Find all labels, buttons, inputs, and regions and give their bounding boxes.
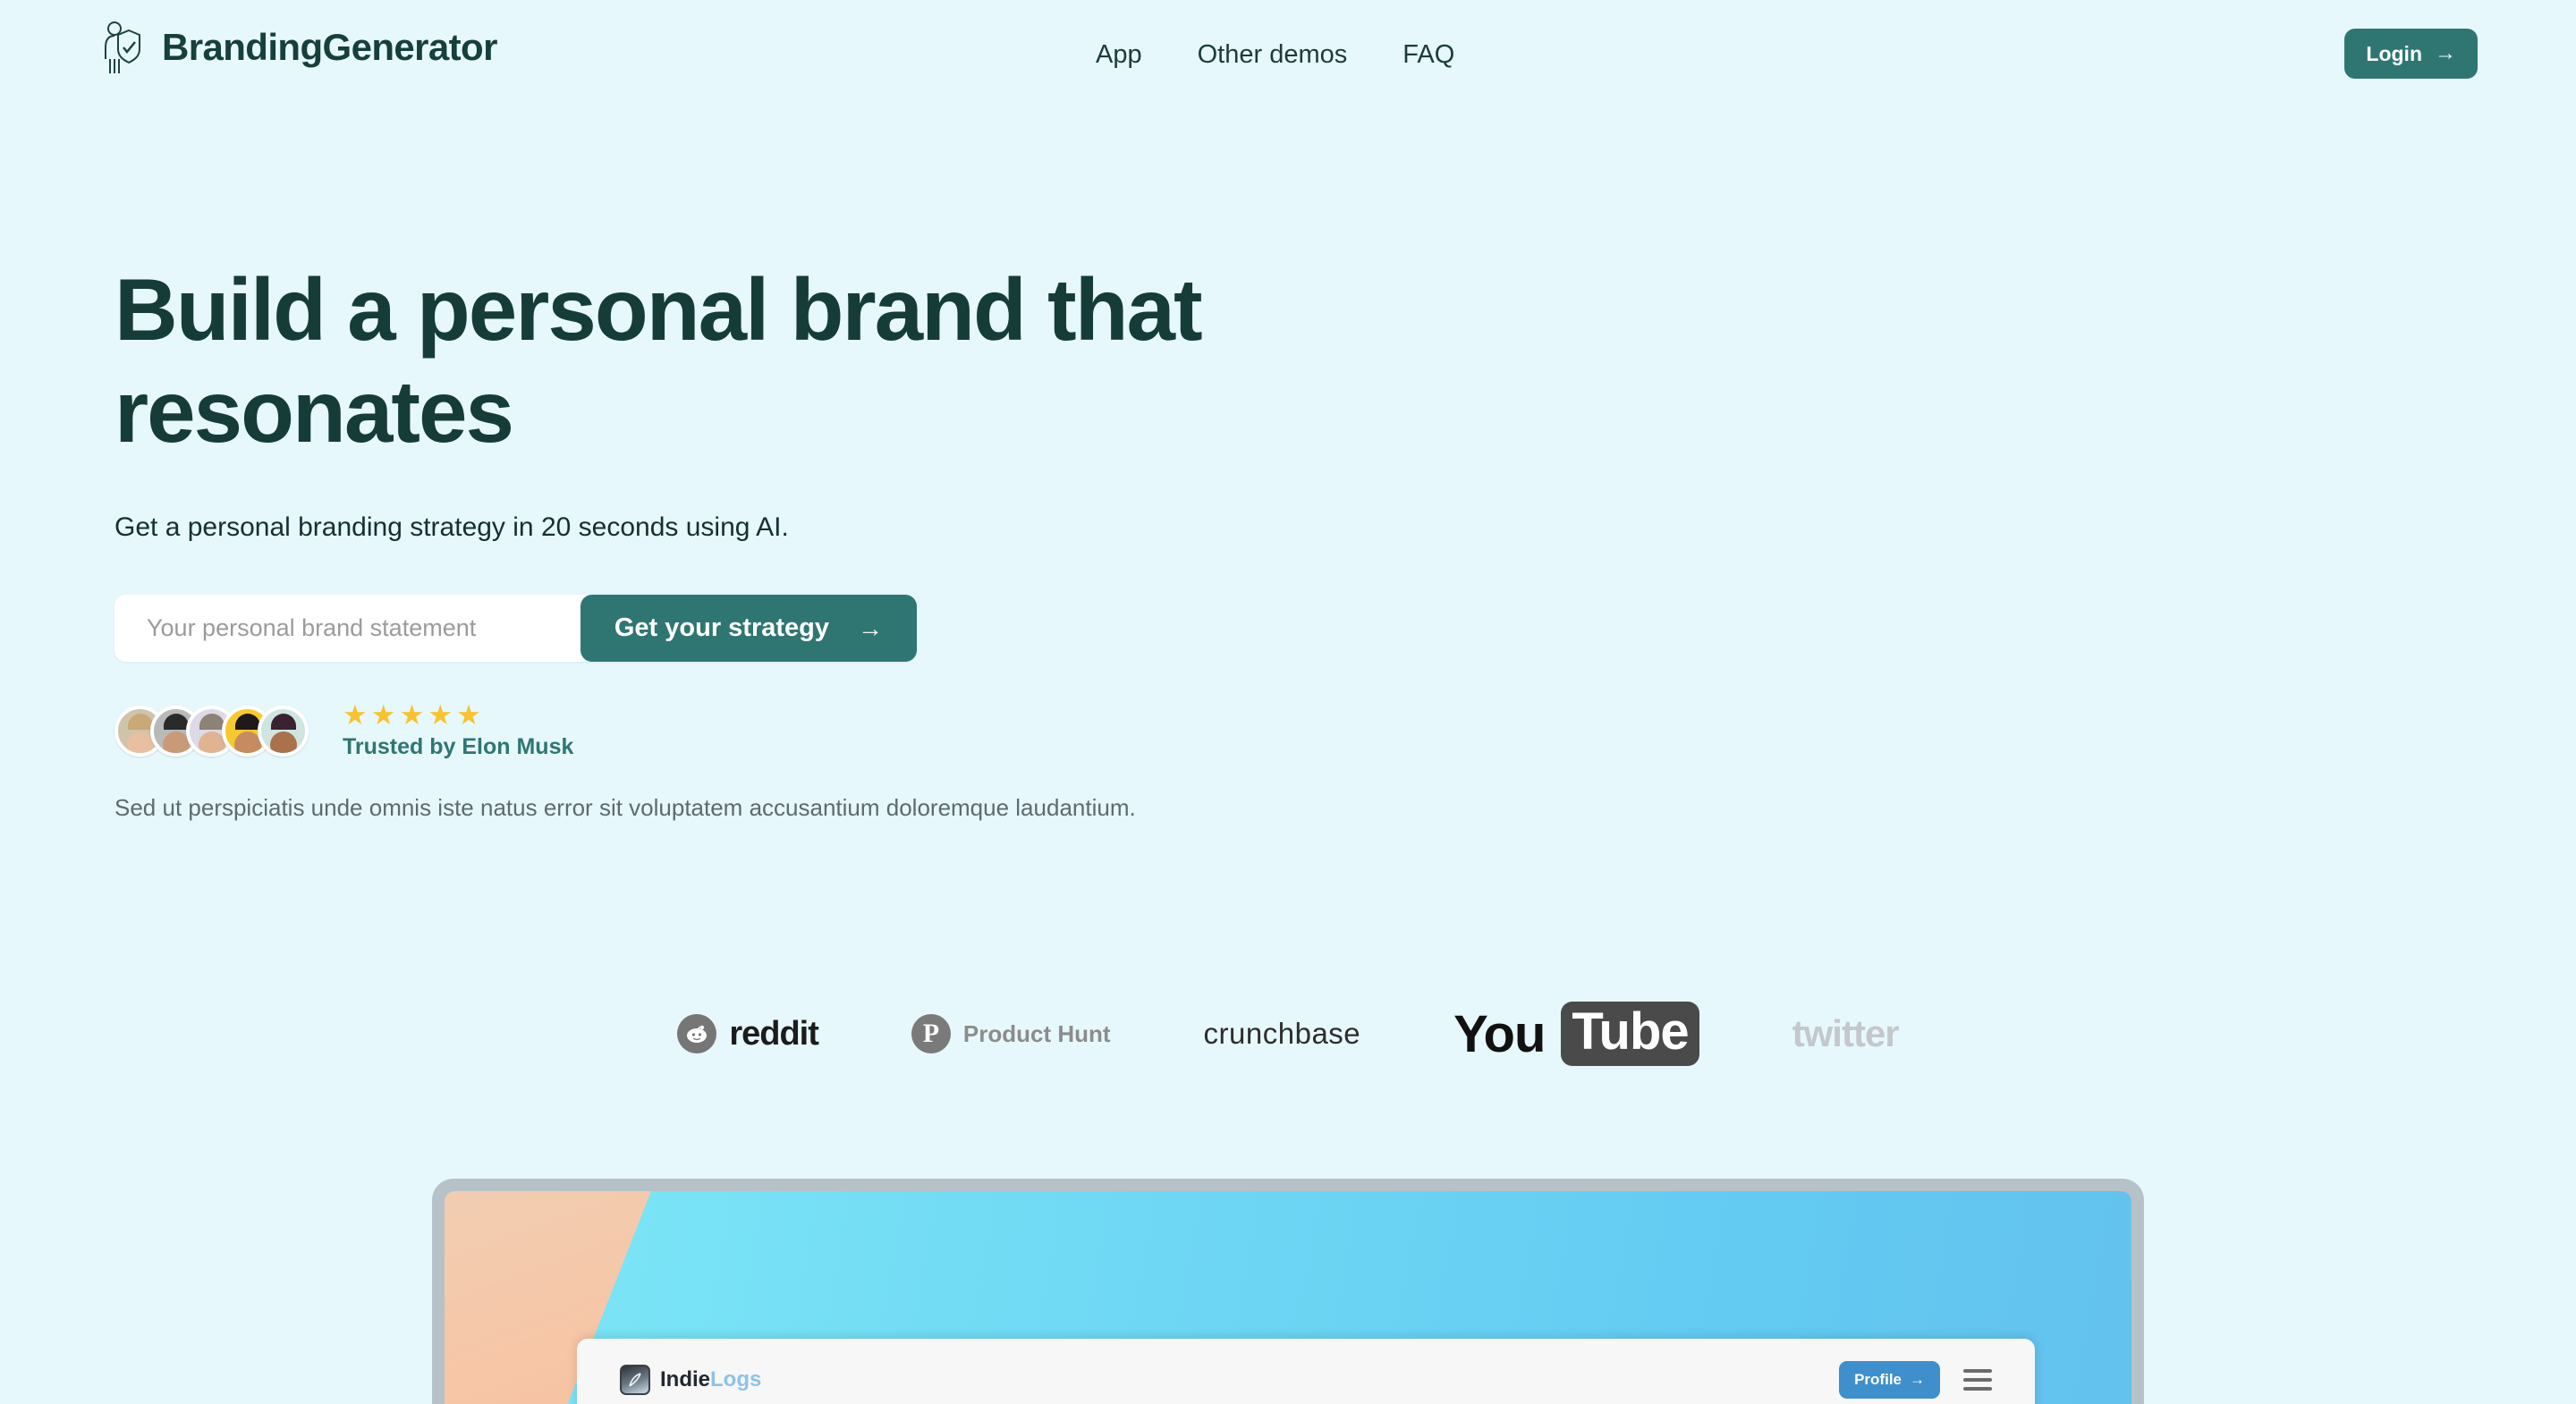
logo-reddit: reddit (677, 1014, 819, 1053)
logo-twitter: twitter (1792, 1012, 1900, 1055)
reddit-icon (677, 1014, 717, 1053)
nav-item-app[interactable]: App (1096, 40, 1142, 70)
indielogs-actions: Profile → (1839, 1360, 1992, 1399)
page-title: Build a personal brand that resonates (114, 260, 1203, 461)
nav-item-faq[interactable]: FAQ (1402, 40, 1454, 70)
logo-youtube: You Tube (1453, 1002, 1699, 1066)
brand-logo[interactable]: BrandingGenerator (101, 20, 497, 75)
profile-button-label: Profile (1854, 1370, 1902, 1388)
press-logo-bar: reddit P Product Hunt crunchbase You Tub… (0, 1002, 2576, 1066)
nav-item-other-demos[interactable]: Other demos (1198, 40, 1348, 70)
indielogs-logo[interactable]: IndieLogs (620, 1364, 761, 1395)
avatar (258, 705, 309, 757)
youtube-you-label: You (1453, 1004, 1546, 1063)
quill-pen-icon (620, 1364, 650, 1395)
logo-product-hunt: P Product Hunt (911, 1014, 1111, 1053)
landing-page: BrandingGenerator App Other demos FAQ Lo… (0, 0, 2576, 1404)
product-hunt-label: Product Hunt (962, 1019, 1111, 1047)
desktop-wallpaper: IndieLogs Profile → (445, 1191, 2131, 1404)
youtube-tube-label: Tube (1561, 1002, 1699, 1066)
testimonial-text: Sed ut perspiciatis unde omnis iste natu… (114, 794, 1136, 822)
rating-block: ★★★★★ Trusted by Elon Musk (343, 701, 573, 760)
login-button-label: Login (2366, 41, 2422, 65)
product-screenshot-mockup: IndieLogs Profile → (432, 1179, 2144, 1404)
star-rating-icon: ★★★★★ (343, 699, 485, 732)
person-shield-check-icon (101, 20, 146, 75)
logo-crunchbase: crunchbase (1204, 1017, 1361, 1051)
brand-statement-form: Get your strategy → (114, 595, 917, 663)
get-strategy-label: Get your strategy (614, 613, 829, 643)
arrow-right-icon: → (2435, 41, 2456, 65)
site-header: BrandingGenerator App Other demos FAQ Lo… (0, 0, 2576, 121)
trusted-label: Trusted by Elon Musk (343, 734, 574, 760)
indielogs-name-part-a: Indie (660, 1366, 711, 1391)
hero-subtitle: Get a personal branding strategy in 20 s… (114, 512, 789, 543)
product-hunt-icon: P (911, 1014, 951, 1053)
brand-statement-input[interactable] (114, 595, 586, 663)
indielogs-name: IndieLogs (660, 1367, 761, 1392)
indielogs-top-bar: IndieLogs Profile → (577, 1339, 2035, 1404)
arrow-right-icon: → (858, 613, 883, 642)
hero-section: Build a personal brand that resonates Ge… (114, 259, 1724, 822)
indielogs-browser-window: IndieLogs Profile → (577, 1339, 2035, 1404)
brand-name: BrandingGenerator (162, 26, 497, 68)
get-strategy-button[interactable]: Get your strategy → (580, 595, 917, 663)
twitter-label: twitter (1792, 1012, 1900, 1054)
reddit-label: reddit (729, 1014, 819, 1053)
profile-button[interactable]: Profile → (1839, 1360, 1940, 1399)
hamburger-menu-icon[interactable] (1963, 1368, 1992, 1391)
avatar-group (114, 705, 309, 757)
indielogs-name-part-b: Logs (710, 1366, 762, 1391)
crunchbase-label: crunchbase (1203, 1017, 1361, 1050)
arrow-right-icon: → (1910, 1370, 1925, 1388)
social-proof: ★★★★★ Trusted by Elon Musk (114, 701, 1724, 760)
login-button[interactable]: Login → (2344, 29, 2478, 79)
main-nav: App Other demos FAQ (1096, 40, 1454, 70)
